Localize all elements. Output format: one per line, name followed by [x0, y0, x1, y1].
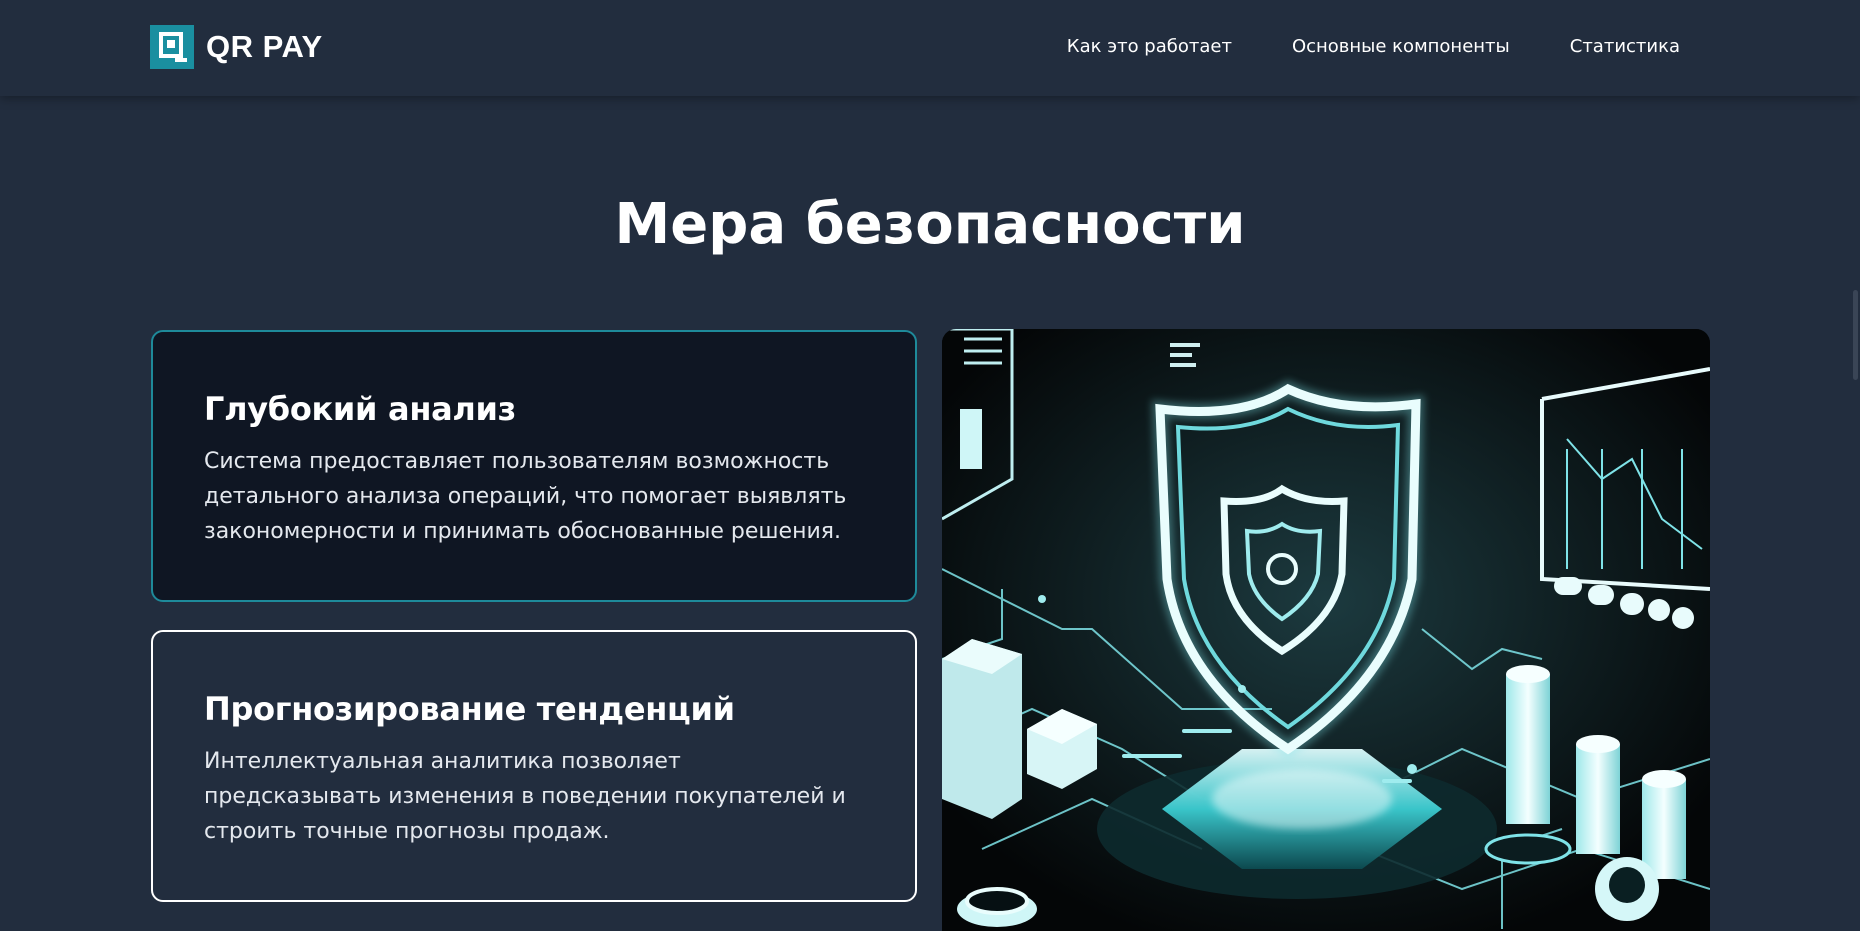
logo[interactable]: QR PAY: [150, 25, 323, 69]
nav-main-components[interactable]: Основные компоненты: [1292, 36, 1510, 57]
card-text: Интеллектуальная аналитика позволяет пре…: [204, 749, 846, 844]
nav-statistics[interactable]: Статистика: [1570, 36, 1680, 57]
security-shield-illustration: [942, 329, 1710, 931]
card-text: Система предоставляет пользователям возм…: [204, 449, 847, 544]
nav-how-it-works[interactable]: Как это работает: [1067, 36, 1232, 57]
main-nav: Как это работает Основные компоненты Ста…: [1067, 36, 1680, 57]
scrollbar-thumb[interactable]: [1853, 290, 1858, 380]
card-title: Прогнозирование тенденций: [204, 690, 735, 728]
site-header: QR PAY Как это работает Основные компоне…: [0, 0, 1860, 96]
feature-card-deep-analysis: Глубокий анализ Система предоставляет по…: [151, 330, 917, 602]
feature-card-trend-forecasting: Прогнозирование тенденций Интеллектуальн…: [151, 630, 917, 902]
section-title: Мера безопасности: [614, 192, 1246, 257]
logo-text: QR PAY: [206, 29, 323, 64]
card-title: Глубокий анализ: [204, 390, 516, 428]
qr-logo-icon: [150, 25, 194, 69]
shield-illustration-icon: [942, 329, 1710, 931]
